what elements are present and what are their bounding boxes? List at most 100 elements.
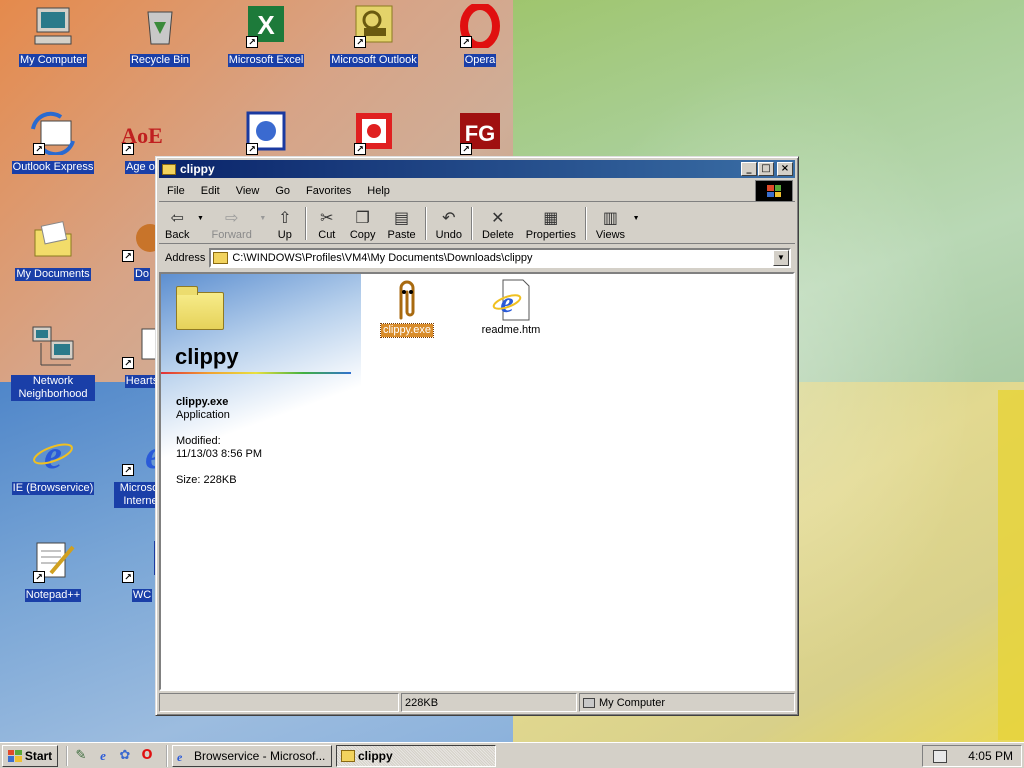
desktop-icon-opera[interactable]: ↗ Opera: [432, 4, 528, 67]
desktop-icon-label: My Documents: [15, 268, 91, 281]
menu-view[interactable]: View: [228, 185, 268, 197]
svg-text:X: X: [257, 10, 275, 40]
menu-favorites[interactable]: Favorites: [298, 185, 359, 197]
up-button[interactable]: ⇧ Up: [268, 204, 302, 243]
desktop-icon-notepad-plus-plus[interactable]: ↗ Notepad++: [5, 539, 101, 602]
minimize-button[interactable]: _: [741, 162, 757, 176]
address-field[interactable]: C:\WINDOWS\Profiles\VM4\My Documents\Dow…: [209, 248, 791, 268]
copy-button[interactable]: ❐ Copy: [344, 204, 382, 243]
maximize-button[interactable]: □: [758, 162, 774, 176]
properties-icon: ▦: [543, 207, 559, 227]
ie-icon[interactable]: e: [94, 747, 112, 765]
forward-label: Forward: [211, 229, 252, 241]
forward-button[interactable]: ⇨ Forward: [205, 204, 257, 243]
outlook-icon: ↗: [350, 4, 398, 48]
html-document-icon: e: [491, 278, 531, 322]
window-titlebar[interactable]: clippy _ □ ×: [159, 160, 795, 178]
standard-toolbar: ⇦ Back ▼ ⇨ Forward ▼ ⇧ Up ✂ Cut ❐ Copy ▤…: [159, 204, 795, 244]
status-left-pane: [159, 693, 399, 712]
wallpaper-edge: [998, 390, 1024, 740]
file-name: readme.htm: [481, 324, 541, 336]
toolbar-separator: [424, 207, 427, 240]
close-button[interactable]: ×: [777, 162, 793, 176]
fg-icon: FG ↗: [456, 111, 504, 155]
desktop-icon-label: Microsoft Excel: [227, 54, 305, 67]
menu-file[interactable]: File: [159, 185, 193, 197]
recycle-bin-icon: [136, 4, 184, 48]
computer-icon: [29, 4, 77, 48]
channels-icon[interactable]: ✿: [116, 747, 134, 765]
undo-button[interactable]: ↶ Undo: [430, 204, 468, 243]
my-computer-icon: [583, 697, 595, 708]
modified-label: Modified:: [176, 435, 221, 447]
toolbar-separator: [584, 207, 587, 240]
desktop-icon-fg[interactable]: FG ↗: [432, 111, 528, 155]
menu-edit[interactable]: Edit: [193, 185, 228, 197]
back-dropdown-icon[interactable]: ▼: [195, 204, 205, 243]
selected-file-name: clippy.exe: [176, 396, 229, 408]
start-label: Start: [24, 748, 53, 763]
folder-icon: [213, 252, 229, 264]
desktop-icon-network-neighborhood[interactable]: Network Neighborhood: [5, 325, 101, 401]
svg-text:e: e: [44, 432, 62, 476]
shortcut-arrow-icon: ↗: [354, 143, 366, 155]
opera-icon[interactable]: O: [138, 747, 156, 765]
svg-text:e: e: [500, 286, 513, 319]
desktop-icon-label: Age of: [125, 161, 159, 174]
large-folder-icon: [176, 286, 224, 330]
menu-go[interactable]: Go: [267, 185, 298, 197]
web-view-panel: clippy clippy.exe Application Modified: …: [161, 274, 361, 689]
outlook-express-icon: ↗: [29, 111, 77, 155]
notepad-icon[interactable]: ✎: [72, 747, 90, 765]
file-size: Size: 228KB: [176, 474, 237, 486]
forward-arrow-icon: ⇨: [224, 207, 239, 227]
quick-launch: ✎ e ✿ O: [66, 745, 156, 766]
folder-icon: [162, 163, 176, 175]
paste-button[interactable]: ▤ Paste: [382, 204, 422, 243]
delete-label: Delete: [481, 229, 514, 241]
modified-value: 11/13/03 8:56 PM: [176, 448, 263, 460]
desktop-icon-ie-browservice[interactable]: e IE (Browservice): [5, 432, 101, 495]
opera-icon: ↗: [456, 4, 504, 48]
explorer-window: clippy _ □ × File Edit View Go Favorites…: [155, 156, 799, 716]
desktop-icon-outlook-express[interactable]: ↗ Outlook Express: [5, 111, 101, 174]
task-label: clippy: [358, 748, 393, 763]
windows-flag-icon: [7, 749, 22, 762]
desktop-icon-red-app[interactable]: ↗: [326, 111, 422, 155]
desktop-icon-label: My Computer: [18, 54, 88, 67]
views-dropdown-icon[interactable]: ▼: [631, 204, 641, 243]
forward-dropdown-icon[interactable]: ▼: [258, 204, 268, 243]
desktop-icon-microsoft-excel[interactable]: X ↗ Microsoft Excel: [218, 4, 314, 67]
shortcut-arrow-icon: ↗: [122, 250, 134, 262]
cut-button[interactable]: ✂ Cut: [310, 204, 344, 243]
delete-button[interactable]: ✕ Delete: [476, 204, 520, 243]
task-clippy[interactable]: clippy: [336, 744, 496, 767]
tray-scheduler-icon[interactable]: [933, 749, 947, 763]
file-item-clippy-exe[interactable]: clippy.exe: [367, 278, 447, 338]
desktop-icon-my-computer[interactable]: My Computer: [5, 4, 101, 67]
shortcut-arrow-icon: ↗: [33, 143, 45, 155]
red-app-icon: ↗: [350, 111, 398, 155]
blue-app-icon: ↗: [242, 111, 290, 155]
address-dropdown-icon[interactable]: ▼: [773, 250, 789, 266]
desktop-icon-recycle-bin[interactable]: Recycle Bin: [112, 4, 208, 67]
properties-button[interactable]: ▦ Properties: [520, 204, 582, 243]
back-button[interactable]: ⇦ Back: [159, 204, 195, 243]
shortcut-arrow-icon: ↗: [460, 143, 472, 155]
desktop-icon-my-documents[interactable]: My Documents: [5, 218, 101, 281]
desktop-icon-label: Recycle Bin: [129, 54, 191, 67]
start-button[interactable]: Start: [2, 744, 58, 767]
up-folder-icon: ⇧: [278, 207, 292, 227]
clock[interactable]: 4:05 PM: [968, 749, 1013, 763]
task-buttons: e Browservice - Microsof... clippy: [166, 744, 496, 767]
status-size: 228KB: [401, 693, 577, 712]
views-label: Views: [595, 229, 626, 241]
desktop-icon-blue-app[interactable]: ↗: [218, 111, 314, 155]
toolbar-separator: [304, 207, 307, 240]
task-browservice[interactable]: e Browservice - Microsof...: [172, 744, 332, 767]
menu-help[interactable]: Help: [359, 185, 398, 197]
file-item-readme-htm[interactable]: e readme.htm: [471, 278, 551, 337]
views-button[interactable]: ▥ Views: [590, 204, 631, 243]
desktop-icon-microsoft-outlook[interactable]: ↗ Microsoft Outlook: [326, 4, 422, 67]
back-label: Back: [165, 229, 190, 241]
